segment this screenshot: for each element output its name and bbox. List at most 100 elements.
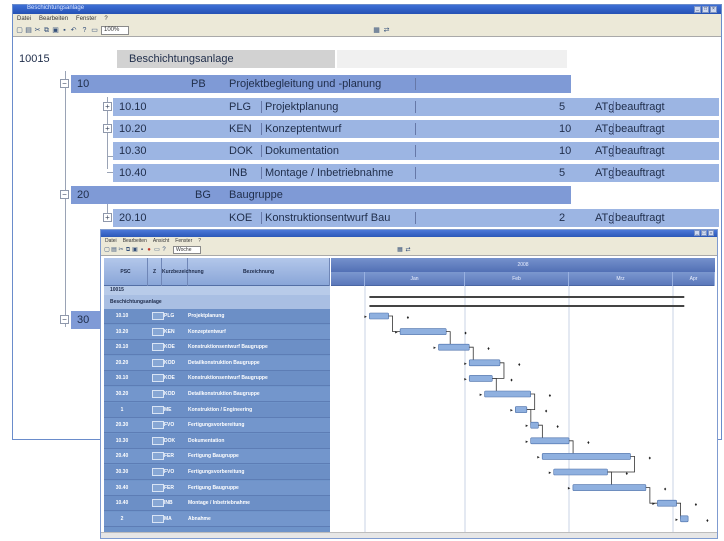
cut-icon[interactable]: ✂ bbox=[34, 27, 41, 34]
flag-checkbox[interactable] bbox=[152, 468, 164, 476]
flag-checkbox[interactable] bbox=[152, 358, 164, 367]
zoom-select[interactable]: Woche bbox=[173, 246, 201, 254]
task-bar[interactable] bbox=[468, 359, 501, 367]
expand-toggle[interactable]: − bbox=[60, 315, 69, 324]
table-row[interactable]: 30.10 KOE Konstruktionsentwurf Baugruppe bbox=[104, 371, 330, 387]
table-row[interactable]: 10.20 KEN Konzeptentwurf bbox=[104, 324, 330, 340]
col-header-flag[interactable]: Z bbox=[148, 258, 162, 286]
cut-icon[interactable]: ✂ bbox=[118, 247, 124, 253]
navigate-icon[interactable]: ⇄ bbox=[405, 247, 411, 253]
table-row[interactable]: 10.10 PLG Projektplanung bbox=[104, 309, 330, 324]
flag-checkbox[interactable] bbox=[152, 390, 164, 398]
menu-datei[interactable]: Datei bbox=[17, 14, 31, 24]
flag-checkbox[interactable] bbox=[152, 436, 164, 445]
task-bar[interactable] bbox=[438, 343, 470, 351]
tree-row-20[interactable]: 20 BG Baugruppe bbox=[71, 186, 571, 204]
table-row[interactable]: 1 ME Konstruktion / Engineering bbox=[104, 402, 330, 418]
flag-checkbox[interactable] bbox=[152, 343, 164, 352]
task-bar[interactable] bbox=[530, 421, 539, 429]
flag-checkbox[interactable] bbox=[152, 312, 164, 320]
flag-checkbox[interactable] bbox=[152, 405, 164, 414]
menu-fenster[interactable]: Fenster bbox=[175, 237, 192, 245]
close-button[interactable]: × bbox=[708, 230, 714, 236]
save-icon[interactable]: ▪ bbox=[139, 247, 145, 253]
task-bar[interactable] bbox=[530, 437, 570, 445]
summary-bar[interactable] bbox=[369, 296, 685, 298]
flag-checkbox[interactable] bbox=[152, 327, 164, 336]
expand-toggle[interactable]: + bbox=[103, 213, 112, 222]
task-bar[interactable] bbox=[484, 390, 531, 398]
copy-icon[interactable]: ⧉ bbox=[125, 247, 131, 253]
task-bar[interactable] bbox=[553, 468, 608, 476]
tree-row-10-20[interactable]: 10.20 KEN Konzeptentwurf 10 ATg beauftra… bbox=[113, 120, 719, 138]
task-bar[interactable] bbox=[541, 453, 631, 460]
menu-bearbeiten[interactable]: Bearbeiten bbox=[123, 237, 147, 245]
table-row[interactable]: 2 MA Abnahme bbox=[104, 511, 330, 527]
menu-help[interactable]: ? bbox=[104, 14, 107, 24]
menu-ansicht[interactable]: Ansicht bbox=[153, 237, 169, 245]
expand-toggle[interactable]: − bbox=[60, 79, 69, 88]
maximize-button[interactable]: □ bbox=[702, 6, 709, 13]
col-header-kurz[interactable]: Kurzbezeichnung bbox=[162, 258, 204, 286]
expand-toggle[interactable]: − bbox=[60, 190, 69, 199]
flag-checkbox[interactable] bbox=[152, 499, 164, 508]
group-row-project-number[interactable]: 10015 bbox=[104, 286, 330, 295]
table-row[interactable]: 20.30 FVO Fertigungsvorbereitung bbox=[104, 418, 330, 434]
open-icon[interactable]: ▤ bbox=[25, 27, 32, 34]
col-header-psc[interactable]: PSC bbox=[104, 258, 148, 286]
maximize-button[interactable]: □ bbox=[701, 230, 707, 236]
help-icon[interactable]: ? bbox=[81, 27, 88, 34]
menu-datei[interactable]: Datei bbox=[105, 237, 117, 245]
tree-row-10-40[interactable]: 10.40 INB Montage / Inbetriebnahme 5 ATg… bbox=[113, 164, 719, 182]
preview-icon[interactable]: ▭ bbox=[91, 27, 98, 34]
paste-icon[interactable]: ▣ bbox=[52, 27, 59, 34]
flag-checkbox[interactable] bbox=[152, 452, 164, 461]
print-icon[interactable]: ▦ bbox=[397, 247, 403, 253]
task-bar[interactable] bbox=[680, 515, 689, 523]
table-row[interactable]: 20.40 FER Fertigung Baugruppe bbox=[104, 449, 330, 465]
paste-icon[interactable]: ▣ bbox=[132, 247, 138, 253]
task-bar[interactable] bbox=[572, 484, 647, 491]
tree-row-20-10[interactable]: 20.10 KOE Konstruktionsentwurf Bau 2 ATg… bbox=[113, 209, 719, 227]
flag-checkbox[interactable] bbox=[152, 483, 164, 492]
record-icon[interactable]: ● bbox=[146, 247, 152, 253]
tree-row-10-10[interactable]: 10.10 PLG Projektplanung 5 ATg beauftrag… bbox=[113, 98, 719, 116]
task-bar[interactable] bbox=[515, 406, 528, 413]
tree-row-10[interactable]: 10 PB Projektbegleitung und -planung bbox=[71, 75, 571, 93]
col-header-bezeichnung[interactable]: Bezeichnung bbox=[188, 258, 330, 286]
menu-fenster[interactable]: Fenster bbox=[76, 14, 96, 24]
new-icon[interactable]: ▢ bbox=[16, 27, 23, 34]
task-bar[interactable] bbox=[399, 328, 447, 335]
table-row[interactable]: 30.20 KOD Detailkonstruktion Baugruppe bbox=[104, 387, 330, 402]
minimize-button[interactable]: _ bbox=[694, 230, 700, 236]
task-bar[interactable] bbox=[657, 499, 677, 507]
expand-toggle[interactable]: + bbox=[103, 102, 112, 111]
help-icon[interactable]: ? bbox=[161, 247, 167, 253]
open-icon[interactable]: ▤ bbox=[111, 247, 117, 253]
table-row[interactable]: 10.30 DOK Dokumentation bbox=[104, 433, 330, 449]
tree-row-10-30[interactable]: 10.30 DOK Dokumentation 10 ATg beauftrag… bbox=[113, 142, 719, 160]
copy-icon[interactable]: ⧉ bbox=[43, 27, 50, 34]
flag-checkbox[interactable] bbox=[152, 514, 164, 523]
table-row[interactable]: 30.30 FVO Fertigungsvorbereitung bbox=[104, 465, 330, 480]
undo-icon[interactable]: ↶ bbox=[70, 27, 77, 34]
group-row-project-name[interactable]: Beschichtungsanlage bbox=[104, 295, 330, 309]
menu-help[interactable]: ? bbox=[198, 237, 201, 245]
table-row[interactable]: 20.20 KOD Detailkonstruktion Baugruppe bbox=[104, 355, 330, 371]
expand-toggle[interactable]: + bbox=[103, 124, 112, 133]
new-icon[interactable]: ▢ bbox=[104, 247, 110, 253]
table-row[interactable]: 30.40 FER Fertigung Baugruppe bbox=[104, 480, 330, 496]
zoom-select[interactable]: 100% bbox=[101, 26, 129, 35]
horizontal-scrollbar[interactable] bbox=[101, 532, 717, 538]
summary-bar[interactable] bbox=[369, 305, 685, 307]
table-row[interactable]: 10.40 INB Montage / Inbetriebnahme bbox=[104, 496, 330, 512]
menu-bearbeiten[interactable]: Bearbeiten bbox=[39, 14, 68, 24]
save-icon[interactable]: ▪ bbox=[61, 27, 68, 34]
navigate-icon[interactable]: ⇄ bbox=[383, 27, 390, 34]
task-bar[interactable] bbox=[468, 375, 493, 382]
flag-checkbox[interactable] bbox=[152, 421, 164, 430]
close-button[interactable]: × bbox=[710, 6, 717, 13]
table-row[interactable]: 20.10 KOE Konstruktionsentwurf Baugruppe bbox=[104, 340, 330, 356]
minimize-button[interactable]: _ bbox=[694, 6, 701, 13]
print-icon[interactable]: ▦ bbox=[373, 27, 380, 34]
